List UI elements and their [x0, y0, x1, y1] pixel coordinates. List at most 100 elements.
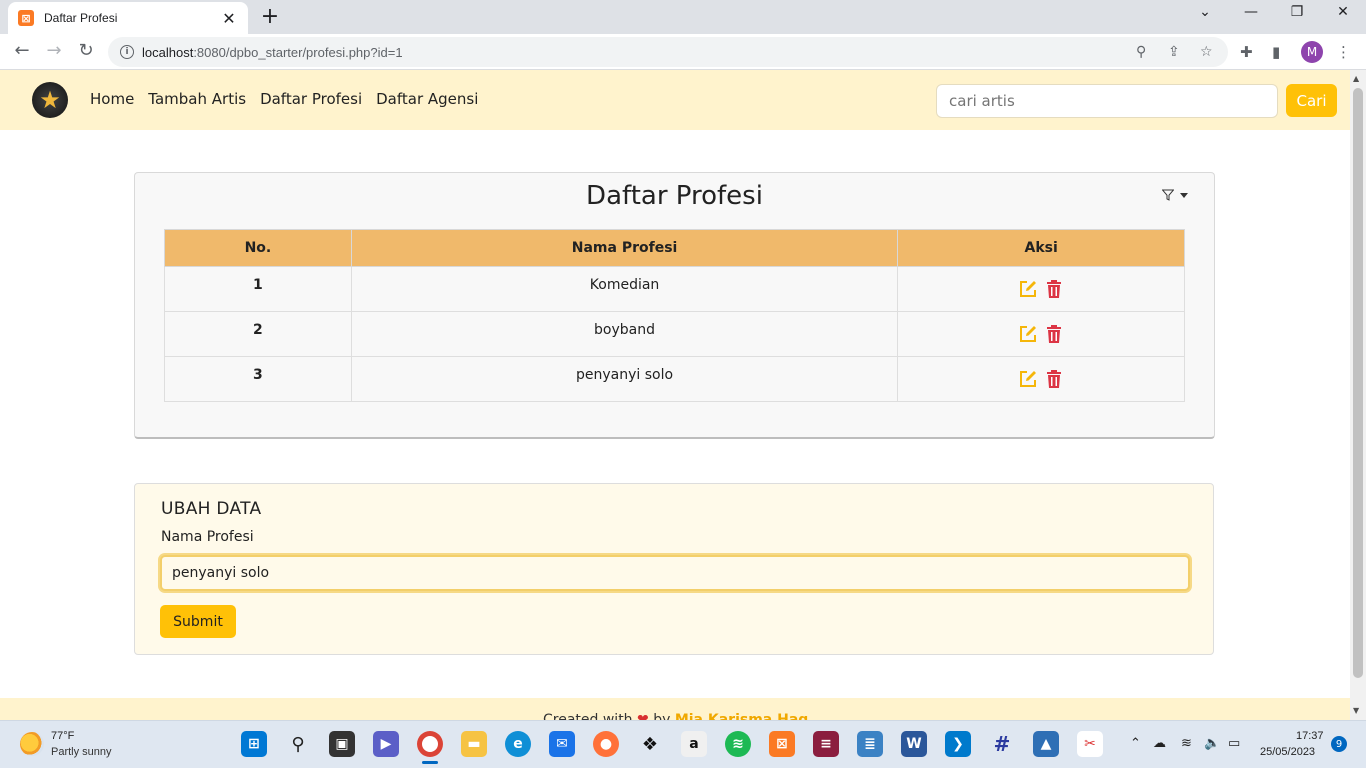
- star-icon[interactable]: ☆: [1200, 44, 1213, 60]
- footer-credit: Created with ❤ by Mia Karisma Haq: [543, 712, 808, 720]
- heart-icon: ❤: [637, 712, 649, 720]
- row-number: 2: [164, 311, 352, 357]
- tab-title: Daftar Profesi: [44, 11, 118, 25]
- window-close-icon[interactable]: ✕: [1328, 4, 1358, 20]
- footer-text-before: Created with: [543, 712, 633, 720]
- back-arrow-icon[interactable]: ←: [10, 40, 34, 61]
- tab-search-chevron-icon[interactable]: ⌄: [1190, 4, 1220, 20]
- notification-badge[interactable]: 9: [1331, 736, 1347, 752]
- filter-dropdown[interactable]: [1162, 189, 1188, 201]
- page-title: Daftar Profesi: [586, 181, 763, 211]
- windows-taskbar: 77°F Partly sunny ⊞ ⚲ ▣ ▶ ▬ e ✉ ● ❖ a ≋ …: [0, 720, 1366, 768]
- hashtag-app-icon[interactable]: #: [989, 731, 1015, 757]
- nama-profesi-input[interactable]: [160, 555, 1190, 591]
- info-icon[interactable]: i: [120, 45, 134, 59]
- firefox-icon[interactable]: ●: [593, 731, 619, 757]
- form-title: UBAH DATA: [161, 499, 262, 519]
- reload-icon[interactable]: ↻: [74, 40, 98, 61]
- xampp-icon[interactable]: ⊠: [769, 731, 795, 757]
- search-input[interactable]: [936, 84, 1278, 118]
- forward-arrow-icon[interactable]: →: [42, 40, 66, 61]
- footer-text-by: by: [653, 712, 671, 720]
- mail-icon[interactable]: ✉: [549, 731, 575, 757]
- clock-date[interactable]: 25/05/2023: [1260, 746, 1315, 758]
- chevron-up-icon[interactable]: ⌃: [1130, 736, 1141, 751]
- nav-daftar-agensi[interactable]: Daftar Agensi: [376, 90, 478, 108]
- amazon-icon[interactable]: a: [681, 731, 707, 757]
- scroll-down-icon[interactable]: ▼: [1353, 706, 1359, 715]
- profesi-table: No. Nama Profesi Aksi 1 Komedian 2 boyba…: [164, 229, 1185, 402]
- nav-home[interactable]: Home: [90, 90, 134, 108]
- column-header-no: No.: [164, 229, 352, 267]
- table-row: 3 penyanyi solo: [164, 356, 1185, 402]
- row-nama-profesi: Komedian: [350, 266, 899, 312]
- chat-icon[interactable]: ▶: [373, 731, 399, 757]
- browser-toolbar: ← → ↻ i localhost:8080/dpbo_starter/prof…: [0, 34, 1366, 70]
- weather-description: Partly sunny: [51, 746, 112, 758]
- clock-time[interactable]: 17:37: [1296, 730, 1324, 742]
- file-explorer-icon[interactable]: ▬: [461, 731, 487, 757]
- dropbox-icon[interactable]: ❖: [637, 731, 663, 757]
- restore-icon[interactable]: ❐: [1282, 4, 1312, 20]
- nav-links: Home Tambah Artis Daftar Profesi Daftar …: [90, 90, 478, 108]
- new-tab-icon[interactable]: +: [258, 4, 282, 29]
- share-icon[interactable]: ⇪: [1168, 44, 1180, 60]
- snipping-tool-icon[interactable]: ✂: [1077, 731, 1103, 757]
- row-nama-profesi: penyanyi solo: [350, 356, 899, 402]
- menu-icon[interactable]: ⋮: [1336, 43, 1351, 61]
- profile-avatar[interactable]: M: [1301, 41, 1323, 63]
- battery-icon[interactable]: ▭: [1228, 736, 1240, 751]
- zoom-icon[interactable]: ⚲: [1136, 44, 1146, 60]
- photos-icon[interactable]: ▲: [1033, 731, 1059, 757]
- xampp-favicon-icon: ⊠: [18, 10, 34, 26]
- column-header-nama: Nama Profesi: [350, 229, 899, 267]
- browser-tab[interactable]: ⊠ Daftar Profesi ✕: [8, 2, 248, 34]
- volume-icon[interactable]: 🔈: [1204, 736, 1220, 751]
- address-bar[interactable]: i localhost:8080/dpbo_starter/profesi.ph…: [108, 37, 1228, 67]
- profesi-list-card: Daftar Profesi No. Nama Profesi Aksi 1 K…: [134, 172, 1215, 439]
- vscode-icon[interactable]: ❯: [945, 731, 971, 757]
- word-icon[interactable]: W: [901, 731, 927, 757]
- row-actions: [897, 356, 1185, 402]
- extensions-icon[interactable]: ✚: [1240, 43, 1253, 61]
- tab-close-icon[interactable]: ✕: [220, 9, 238, 28]
- site-logo-star-icon[interactable]: ★: [32, 82, 68, 118]
- chrome-icon[interactable]: [417, 731, 443, 757]
- trash-icon[interactable]: [1044, 369, 1064, 389]
- site-navbar: ★ Home Tambah Artis Daftar Profesi Dafta…: [0, 70, 1350, 130]
- edge-icon[interactable]: e: [505, 731, 531, 757]
- nav-daftar-profesi[interactable]: Daftar Profesi: [260, 90, 362, 108]
- browser-tab-strip: ⊠ Daftar Profesi ✕ + ⌄ — ❐ ✕: [0, 0, 1366, 34]
- weather-temperature: 77°F: [51, 730, 75, 742]
- winrar-icon[interactable]: ≡: [813, 731, 839, 757]
- edit-icon[interactable]: [1018, 324, 1038, 344]
- row-actions: [897, 311, 1185, 357]
- trash-icon[interactable]: [1044, 324, 1064, 344]
- url-text: localhost:8080/dpbo_starter/profesi.php?…: [142, 45, 403, 60]
- minimize-icon[interactable]: —: [1236, 4, 1266, 20]
- row-actions: [897, 266, 1185, 312]
- table-header-row: No. Nama Profesi Aksi: [164, 229, 1185, 267]
- task-view-icon[interactable]: ▣: [329, 731, 355, 757]
- side-panel-icon[interactable]: ▮: [1272, 43, 1280, 61]
- spotify-icon[interactable]: ≋: [725, 731, 751, 757]
- weather-partly-sunny-icon[interactable]: [20, 732, 44, 756]
- site-footer: Created with ❤ by Mia Karisma Haq: [0, 698, 1350, 720]
- footer-author[interactable]: Mia Karisma Haq: [675, 712, 808, 720]
- scrollbar-thumb[interactable]: [1353, 88, 1363, 678]
- page-scrollbar[interactable]: ▲ ▼: [1350, 70, 1366, 720]
- edit-icon[interactable]: [1018, 369, 1038, 389]
- edit-icon[interactable]: [1018, 279, 1038, 299]
- trash-icon[interactable]: [1044, 279, 1064, 299]
- search-icon[interactable]: ⚲: [285, 731, 311, 757]
- nav-tambah-artis[interactable]: Tambah Artis: [148, 90, 246, 108]
- scroll-up-icon[interactable]: ▲: [1353, 74, 1359, 83]
- chrome-active-indicator: [422, 761, 438, 764]
- wifi-icon[interactable]: ≋: [1181, 736, 1192, 751]
- submit-button[interactable]: Submit: [160, 605, 236, 638]
- windows-start-icon[interactable]: ⊞: [241, 731, 267, 757]
- chevron-down-icon: [1180, 192, 1188, 198]
- notepad-icon[interactable]: ≣: [857, 731, 883, 757]
- onedrive-cloud-icon[interactable]: ☁: [1153, 736, 1166, 751]
- search-button[interactable]: Cari: [1286, 84, 1337, 117]
